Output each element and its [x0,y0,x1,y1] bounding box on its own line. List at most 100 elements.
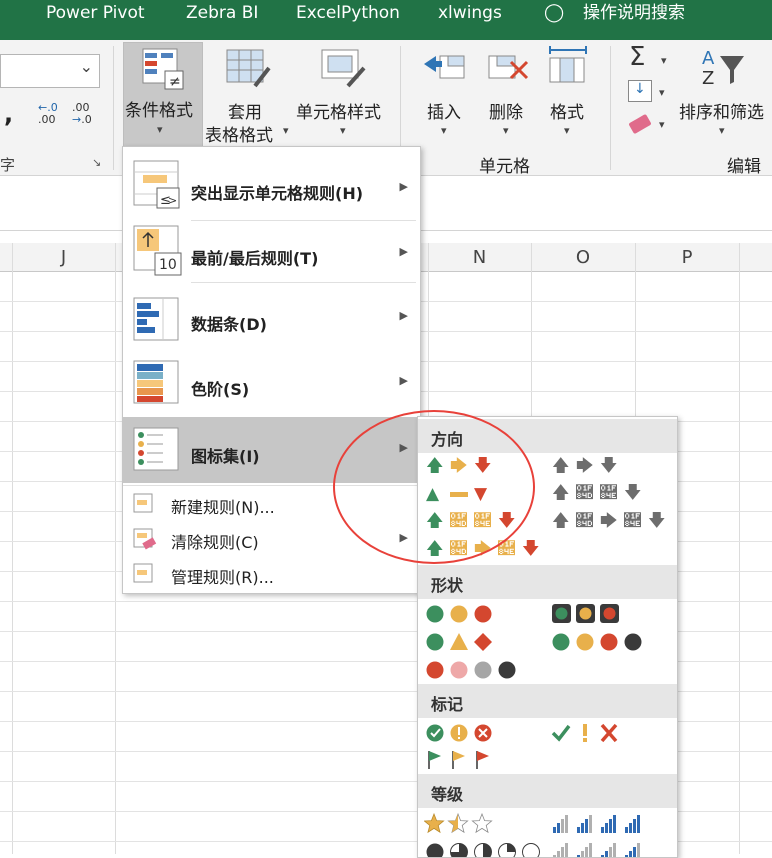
menu-item-color-scales[interactable]: 色阶(S) ▶ [123,352,420,418]
autosum-icon[interactable]: Σ [629,42,645,72]
menu-item-highlight-rules[interactable]: ≤ > 突出显示单元格规则(H) ▶ [123,152,420,218]
menu-item-manage-rules[interactable]: 管理规则(R)... [123,558,420,592]
chevron-down-icon: ▾ [503,124,509,137]
arrow-up-icon: 🡅 [552,511,570,531]
lightbulb-icon[interactable]: ◯ [544,0,564,40]
icon-set-red-to-black[interactable] [425,659,535,681]
svg-text:A: A [702,48,715,69]
menu-item-data-bars[interactable]: 数据条(D) ▶ [123,287,420,353]
icon-set-3-symbols[interactable] [551,722,651,744]
svg-text:≠: ≠ [169,74,181,90]
menu-item-label: 最前/最后规则(T) [191,249,319,268]
arrow-right-icon: 🡆 [576,456,594,476]
svg-text:>: > [168,194,177,207]
format-cells-icon [549,46,587,83]
icon-set-3-arrows-gray[interactable]: 🡅 🡆 🡇 [552,457,642,477]
chevron-down-icon: ▾ [157,123,163,136]
chevron-down-icon: ▾ [340,124,346,137]
eraser-icon[interactable] [628,113,652,135]
arrow-down-icon: 🡇 [624,483,642,503]
manage-rules-icon [133,563,153,583]
icon-set-5-quarters[interactable] [425,841,555,857]
icon-set-4-arrows-gray[interactable]: 🡅 🡍 🡎 🡇 [552,484,662,504]
cell-styles-label[interactable]: 单元格样式 [296,98,381,123]
arrow-down-right-icon: 🡎 [600,483,617,503]
clear-rules-icon [133,528,157,550]
column-header-n[interactable]: N [428,243,531,271]
increase-decimal-button[interactable]: ←.0.00 [38,102,58,126]
color-scales-icon [133,360,179,404]
chevron-down-icon: ▾ [659,86,665,99]
annotation-circle [333,410,535,564]
menu-item-label: 管理规则(R)... [171,568,274,587]
chevron-down-icon: ▾ [719,124,725,137]
submenu-arrow-icon: ▶ [399,374,408,387]
icon-set-3-signs[interactable] [425,631,525,653]
sort-filter-icon: A Z [702,48,744,88]
tab-xlwings[interactable]: xlwings [438,0,502,40]
column-header-o[interactable]: O [531,243,635,271]
icon-set-3-symbols-circled[interactable] [425,722,525,744]
tell-me-search[interactable]: 操作说明搜索 [583,0,685,40]
submenu-arrow-icon: ▶ [399,180,408,193]
number-group-label: 字 [0,156,16,174]
conditional-format-button[interactable]: ≠ [123,42,203,148]
menu-item-label: 新建规则(N)... [171,498,275,517]
insert-label[interactable]: 插入 [427,98,461,123]
section-header-ratings: 等级 [418,774,677,808]
icon-sets-icon [133,427,179,471]
arrow-down-icon: 🡇 [648,511,666,531]
icon-set-3-stars[interactable] [424,813,524,835]
submenu-arrow-icon: ▶ [399,309,408,322]
tab-power-pivot[interactable]: Power Pivot [46,0,145,40]
chevron-down-icon: ▾ [659,118,665,131]
chevron-down-icon: ⌄ [79,57,93,76]
menu-item-label: 图标集(I) [191,447,260,466]
decrease-decimal-button[interactable]: .00 →.0 [72,102,92,126]
chevron-down-icon: ▾ [441,124,447,137]
table-format-label-2[interactable]: 表格格式 [205,121,273,146]
cell-styles-icon [321,49,366,88]
arrow-down-icon: 🡇 [522,539,540,559]
menu-item-label: 突出显示单元格规则(H) [191,184,364,203]
tab-zebra-bi[interactable]: Zebra BI [186,0,258,40]
icon-set-5-ratings-bars[interactable] [551,841,671,857]
column-header-j[interactable]: J [12,243,115,271]
tab-excelpython[interactable]: ExcelPython [296,0,400,40]
delete-cells-icon [488,55,529,80]
column-header-p[interactable]: P [635,243,739,271]
conditional-format-icon: ≠ [142,48,184,90]
icon-set-5-arrows-gray[interactable]: 🡅 🡍 🡆 🡎 🡇 [552,512,672,532]
icon-set-4-traffic-lights[interactable] [551,631,661,653]
menu-item-label: 色阶(S) [191,380,250,399]
menu-item-label: 数据条(D) [191,315,267,334]
fill-icon[interactable]: ↓ [628,80,652,102]
menu-item-top-bottom-rules[interactable]: 10 最前/最后规则(T) ▶ [123,221,420,287]
icon-set-3-traffic-lights[interactable] [425,603,525,625]
new-rule-icon [133,493,153,513]
table-format-icon [226,49,271,88]
arrow-down-icon: 🡇 [600,456,618,476]
sort-filter-label[interactable]: 排序和筛选 [679,98,764,123]
highlight-rules-icon: ≤> [133,160,180,209]
section-title: 标记 [431,695,464,714]
comma-style-button[interactable]: , [4,100,13,128]
table-format-label-1[interactable]: 套用 [228,98,262,123]
section-header-shapes: 形状 [418,565,677,599]
icon-set-4-ratings-bars[interactable] [551,813,671,835]
dialog-launcher-icon[interactable]: ↘ [92,156,101,169]
format-label[interactable]: 格式 [550,98,584,123]
arrow-right-icon: 🡆 [600,511,618,531]
icon-set-3-traffic-lights-rimmed[interactable] [551,603,651,625]
submenu-arrow-icon: ▶ [399,245,408,258]
arrow-up-icon: 🡅 [552,456,570,476]
icon-set-3-flags[interactable] [425,749,525,771]
chevron-down-icon: ▾ [283,124,289,137]
chevron-down-icon: ▾ [564,124,570,137]
insert-cells-icon [424,55,465,79]
number-format-dropdown[interactable]: ⌄ [0,54,100,88]
ribbon-tab-bar: Power Pivot Zebra BI ExcelPython xlwings… [0,0,772,40]
arrow-up-icon: 🡅 [552,483,570,503]
delete-label[interactable]: 删除 [489,98,523,123]
section-header-indicators: 标记 [418,684,677,718]
